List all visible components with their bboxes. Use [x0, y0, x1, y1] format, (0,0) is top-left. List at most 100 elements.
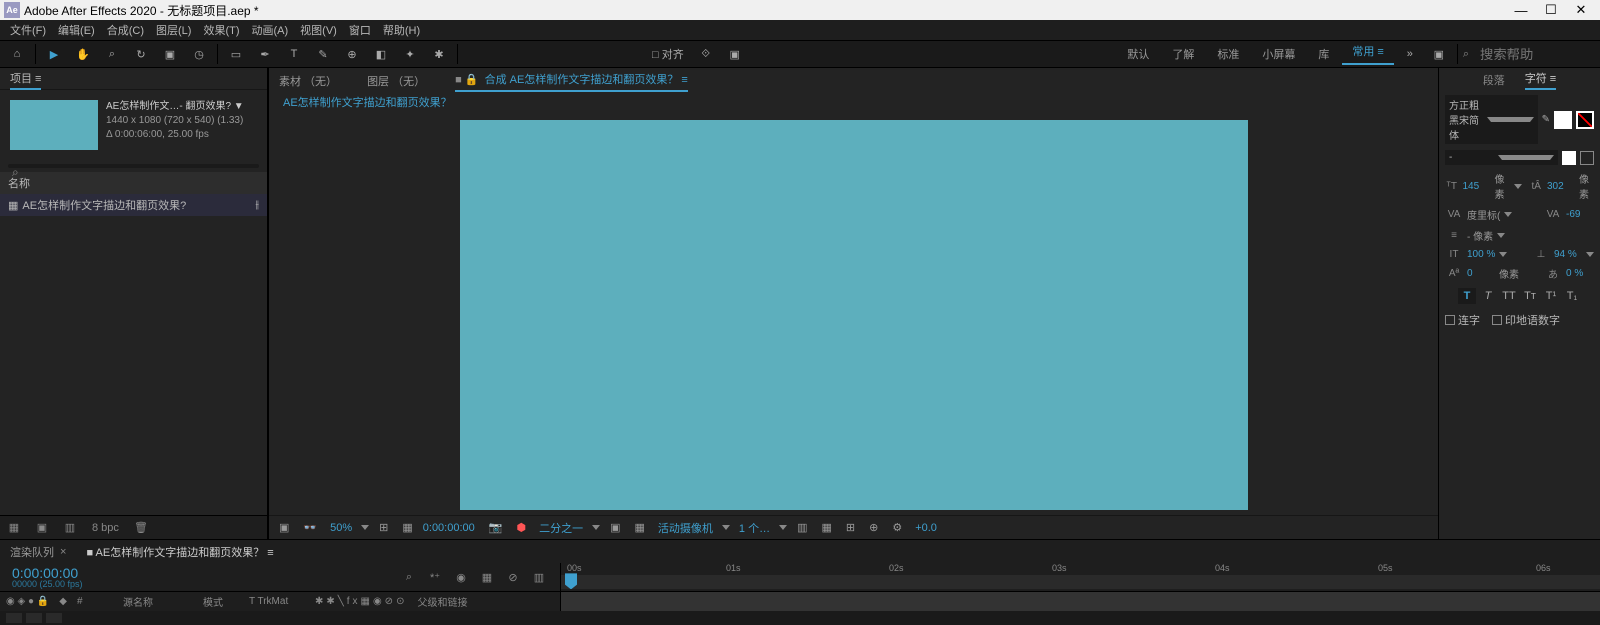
- source-tab[interactable]: 素材 （无）: [279, 73, 337, 89]
- workspace-learn[interactable]: 了解: [1162, 46, 1204, 62]
- col-trkmat[interactable]: T TrkMat: [249, 596, 305, 607]
- pan-behind-tool[interactable]: ◷: [186, 41, 212, 67]
- hand-tool[interactable]: ✋: [70, 41, 96, 67]
- composition-thumbnail[interactable]: [10, 100, 98, 150]
- exposure-icon[interactable]: ⚙: [888, 521, 906, 534]
- tsume-value[interactable]: 0 %: [1566, 268, 1594, 279]
- new-folder-button[interactable]: ▣: [32, 518, 52, 538]
- canvas-area[interactable]: [269, 114, 1438, 515]
- av-toggle-icons[interactable]: ◉ ◈ ● 🔒: [6, 596, 49, 607]
- magnify-icon[interactable]: ▣: [275, 521, 293, 534]
- col-mode[interactable]: 模式: [203, 594, 239, 609]
- vb4-icon[interactable]: ⊕: [865, 521, 882, 534]
- timeline-track-area[interactable]: [560, 592, 1600, 612]
- preview-time[interactable]: [423, 522, 479, 534]
- project-item[interactable]: ▦ AE怎样制作文字描边和翻页效果? ⫲: [0, 194, 267, 216]
- leading-value[interactable]: 302: [1547, 181, 1575, 192]
- no-color-icon[interactable]: [1580, 151, 1594, 165]
- comp-tab[interactable]: ■ 🔒 合成 AE怎样制作文字描边和翻页效果？ ≡: [455, 71, 688, 92]
- layer-tab[interactable]: 图层 （无）: [367, 73, 425, 89]
- menu-edit[interactable]: 编辑(E): [52, 20, 101, 40]
- new-comp-button[interactable]: ▥: [60, 518, 80, 538]
- vb1-icon[interactable]: ▥: [793, 521, 811, 534]
- grid-icon[interactable]: ▦: [398, 521, 416, 534]
- swap-colors-icon[interactable]: [1562, 151, 1576, 165]
- magnet-icon[interactable]: ⟐: [693, 41, 719, 67]
- roto-tool[interactable]: ✦: [397, 41, 423, 67]
- character-tab[interactable]: 字符 ≡: [1525, 70, 1556, 90]
- composition-canvas[interactable]: [460, 120, 1248, 510]
- col-source[interactable]: 源名称: [123, 594, 193, 609]
- views-dropdown[interactable]: 1 个…: [736, 520, 773, 536]
- trash-button[interactable]: 🗑: [131, 518, 151, 538]
- vb2-icon[interactable]: ▦: [817, 521, 835, 534]
- font-style-dropdown[interactable]: -: [1445, 150, 1558, 165]
- vscale-value[interactable]: 100 %: [1467, 249, 1495, 260]
- menu-composition[interactable]: 合成(C): [101, 20, 150, 40]
- menu-window[interactable]: 窗口: [343, 20, 377, 40]
- vb3-icon[interactable]: ⊞: [842, 521, 859, 534]
- tab-close-icon[interactable]: ×: [60, 546, 66, 558]
- switch-icons[interactable]: ✱✱╲fx▦◉⊘⊙: [315, 596, 408, 607]
- toggle-switch-1[interactable]: [6, 613, 22, 623]
- toggle-switch-3[interactable]: [46, 613, 62, 623]
- roi-icon[interactable]: ▣: [606, 521, 624, 534]
- workspace-small[interactable]: 小屏幕: [1252, 46, 1305, 62]
- comp-timeline-tab[interactable]: ■ AE怎样制作文字描边和翻页效果？ ≡: [86, 544, 273, 560]
- faux-italic[interactable]: T: [1479, 288, 1497, 304]
- workspace-default[interactable]: 默认: [1117, 46, 1159, 62]
- stroke-width-value[interactable]: - 像素: [1467, 228, 1493, 243]
- tl-frame-blend-icon[interactable]: ▦: [478, 568, 496, 586]
- col-parent[interactable]: 父级和链接: [417, 594, 467, 609]
- subscript[interactable]: T₁: [1563, 288, 1581, 304]
- close-button[interactable]: ✕: [1566, 0, 1596, 20]
- workspace-more-icon[interactable]: »: [1397, 41, 1423, 67]
- menu-layer[interactable]: 图层(L): [150, 20, 197, 40]
- bbox-icon[interactable]: ▣: [722, 41, 748, 67]
- mask-icon[interactable]: 👓: [299, 521, 321, 534]
- bpc-button[interactable]: 8 bpc: [88, 518, 123, 538]
- eraser-tool[interactable]: ◧: [368, 41, 394, 67]
- interpret-button[interactable]: ▦: [4, 518, 24, 538]
- paragraph-tab[interactable]: 段落: [1483, 72, 1505, 88]
- workspace-common[interactable]: 常用 ≡: [1342, 43, 1393, 65]
- project-list[interactable]: ▦ AE怎样制作文字描边和翻页效果? ⫲: [0, 194, 267, 515]
- eyedropper-icon[interactable]: ✎: [1542, 114, 1550, 125]
- workspace-edit-icon[interactable]: ▣: [1426, 41, 1452, 67]
- comp-name-label[interactable]: AE怎样制作文…- 翻页效果? ▼: [106, 100, 244, 114]
- menu-file[interactable]: 文件(F): [4, 20, 52, 40]
- project-tab[interactable]: 项目 ≡: [0, 68, 267, 90]
- type-tool[interactable]: T: [281, 41, 307, 67]
- minimize-button[interactable]: —: [1506, 0, 1536, 20]
- fill-color-swatch[interactable]: [1554, 111, 1572, 129]
- time-ruler[interactable]: 00s 01s 02s 03s 04s 05s 06s: [560, 563, 1600, 591]
- channel-icon[interactable]: ⬢: [512, 521, 530, 534]
- faux-bold[interactable]: T: [1458, 288, 1476, 304]
- kerning-value[interactable]: 度里标(: [1467, 207, 1500, 222]
- label-col-icon[interactable]: ◆: [59, 596, 67, 607]
- camera-dropdown[interactable]: 活动摄像机: [655, 520, 716, 536]
- ligature-checkbox[interactable]: 连字: [1445, 312, 1480, 328]
- flowchart-icon[interactable]: ⫲: [255, 199, 259, 212]
- project-search[interactable]: [8, 164, 259, 168]
- transparency-icon[interactable]: ▦: [630, 521, 648, 534]
- resolution-icon[interactable]: ⊞: [375, 521, 392, 534]
- tl-graph-icon[interactable]: ▥: [530, 568, 548, 586]
- font-size-value[interactable]: 145: [1463, 181, 1491, 192]
- menu-animation[interactable]: 动画(A): [246, 20, 295, 40]
- all-caps[interactable]: TT: [1500, 288, 1518, 304]
- clone-tool[interactable]: ⊕: [339, 41, 365, 67]
- brush-tool[interactable]: ✎: [310, 41, 336, 67]
- tl-draft3d-icon[interactable]: ◉: [452, 568, 470, 586]
- orbit-tool[interactable]: ↻: [128, 41, 154, 67]
- snapshot-button[interactable]: 📷: [485, 521, 507, 534]
- resolution-dropdown[interactable]: 二分之一: [536, 520, 586, 536]
- render-queue-tab[interactable]: 渲染队列: [10, 544, 54, 560]
- project-column-header[interactable]: 名称: [0, 172, 267, 194]
- home-tool[interactable]: ⌂: [4, 41, 30, 67]
- selection-tool[interactable]: ▶: [41, 41, 67, 67]
- tl-shy-icon[interactable]: *⁺: [426, 568, 444, 586]
- puppet-tool[interactable]: ✱: [426, 41, 452, 67]
- snap-toggle[interactable]: □ 对齐: [646, 41, 690, 67]
- hscale-value[interactable]: 94 %: [1554, 249, 1582, 260]
